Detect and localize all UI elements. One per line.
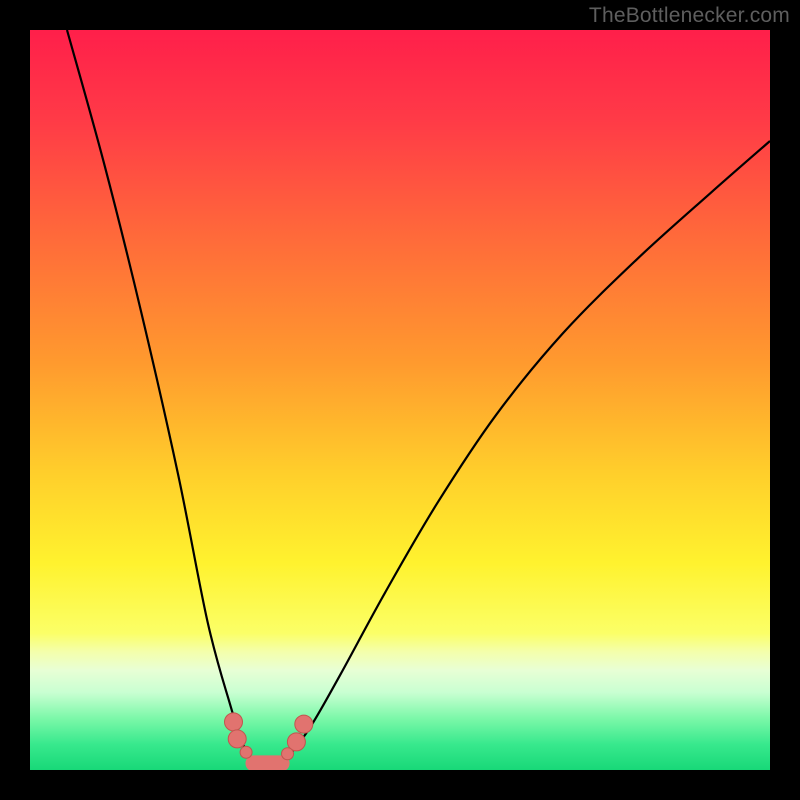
marker-dot-small [282,748,294,760]
plot-area [30,30,770,770]
chart-svg [30,30,770,770]
marker-dot [295,715,313,733]
bottleneck-curve [67,30,770,768]
watermark-text: TheBottlenecker.com [589,4,790,28]
marker-dot [225,713,243,731]
chart-frame: TheBottlenecker.com [0,0,800,800]
marker-dot-small [240,746,252,758]
marker-dot [228,730,246,748]
valley-markers [225,713,313,763]
